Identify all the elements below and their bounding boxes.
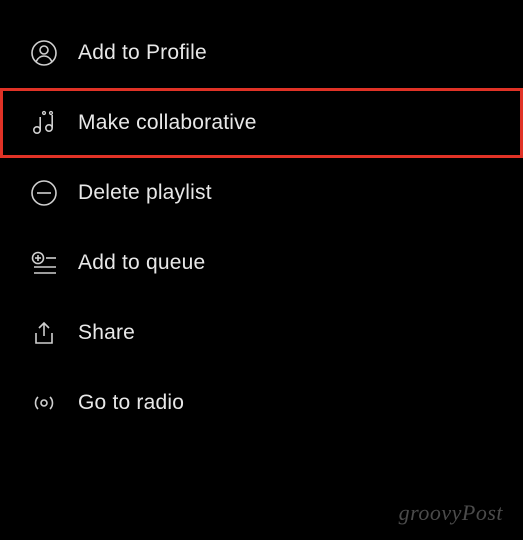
menu-item-make-collaborative[interactable]: Make collaborative xyxy=(0,88,523,158)
menu-item-add-to-queue[interactable]: Add to queue xyxy=(0,228,523,298)
menu-item-share[interactable]: Share xyxy=(0,298,523,368)
menu-item-label: Make collaborative xyxy=(78,111,257,135)
menu-item-label: Delete playlist xyxy=(78,181,212,205)
menu-item-add-to-profile[interactable]: Add to Profile xyxy=(0,18,523,88)
profile-icon xyxy=(30,39,58,67)
menu-item-label: Add to queue xyxy=(78,251,205,275)
menu-item-delete-playlist[interactable]: Delete playlist xyxy=(0,158,523,228)
menu-item-label: Share xyxy=(78,321,135,345)
share-icon xyxy=(30,319,58,347)
minus-circle-icon xyxy=(30,179,58,207)
menu-item-label: Go to radio xyxy=(78,391,184,415)
menu-item-label: Add to Profile xyxy=(78,41,207,65)
context-menu: Add to Profile Make collaborative Delete… xyxy=(0,0,523,456)
menu-item-go-to-radio[interactable]: Go to radio xyxy=(0,368,523,438)
add-to-queue-icon xyxy=(30,249,58,277)
watermark: groovyPost xyxy=(399,500,503,526)
music-collaborative-icon xyxy=(30,109,58,137)
radio-icon xyxy=(30,389,58,417)
